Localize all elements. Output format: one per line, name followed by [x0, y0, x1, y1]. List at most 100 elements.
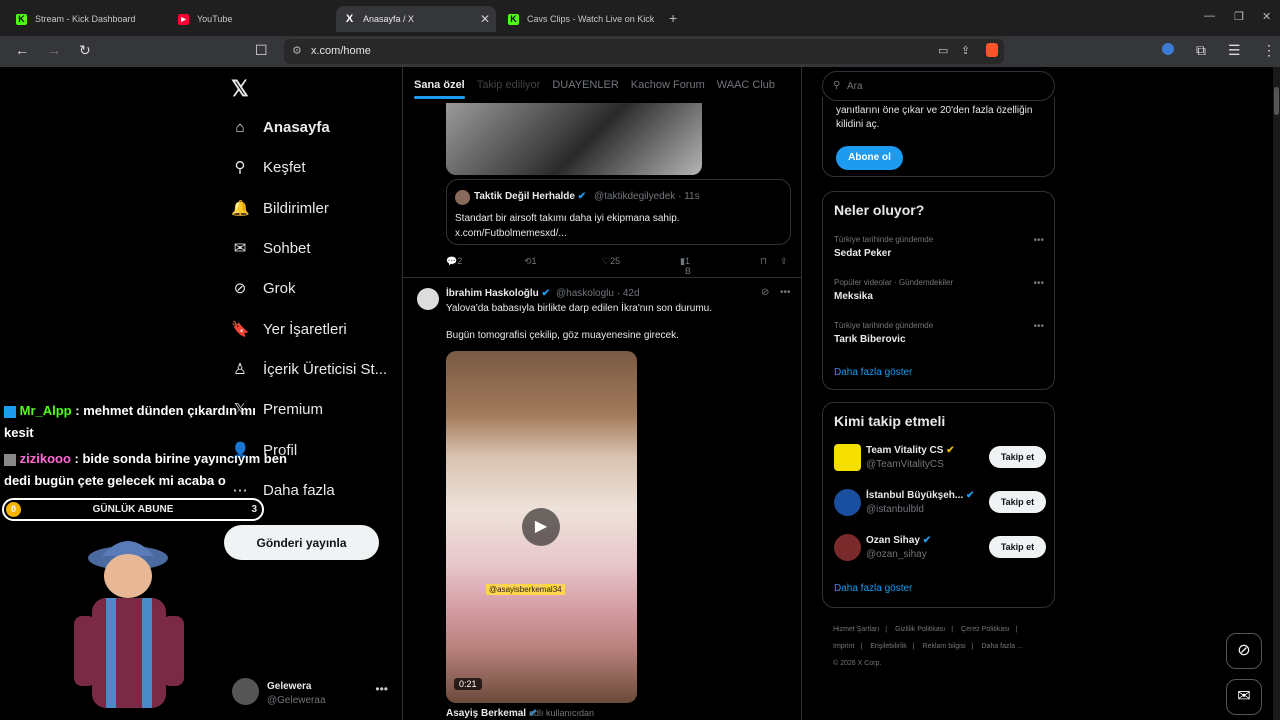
address-bar[interactable]: ⚙ x.com/home ▭ ⇪: [284, 39, 1004, 64]
new-tab-icon[interactable]: +: [669, 10, 677, 26]
forward-icon[interactable]: →: [47, 42, 61, 58]
back-icon[interactable]: ←: [15, 42, 29, 58]
tweet-author[interactable]: İbrahim Haskoloğlu ✔: [446, 288, 550, 299]
share-icon[interactable]: ⇪: [780, 256, 788, 267]
brave-shield-icon[interactable]: [986, 43, 998, 57]
play-icon[interactable]: ▶: [522, 508, 560, 546]
footer-link[interactable]: Imprint: [833, 643, 854, 650]
tab-cavs-clips[interactable]: K Cavs Clips - Watch Live on Kick: [500, 6, 665, 32]
close-tab-icon[interactable]: ✕: [480, 12, 490, 26]
more-icon[interactable]: •••: [1033, 321, 1044, 332]
messages-fab-icon[interactable]: ✉: [1226, 679, 1262, 715]
tweet-video[interactable]: ▶ @asayisberkemal34 0:21: [446, 351, 637, 703]
tab-following[interactable]: Takip ediliyor: [471, 67, 547, 103]
footer-link[interactable]: Gizlilik Politikası: [895, 626, 945, 633]
account-switcher[interactable]: Gelewera @Geleweraa •••: [232, 678, 392, 708]
premium-text: yanıtlarını öne çıkar ve 20'den fazla öz…: [836, 105, 1033, 130]
bookmark-page-icon[interactable]: ☐: [255, 42, 268, 59]
follow-suggestion[interactable]: Ozan Sihay ✔ @ozan_sihay Takip et: [834, 534, 1046, 564]
footer-link[interactable]: Hizmet Şartları: [833, 626, 879, 633]
grok-icon[interactable]: ⊘: [761, 287, 769, 298]
extension-icon[interactable]: [1162, 43, 1174, 55]
sidebar-item-6[interactable]: ♙ İçerik Üreticisi St...: [231, 355, 387, 383]
footer-link[interactable]: Çerez Politikası: [961, 626, 1010, 633]
sub-goal-bar: 0 GÜNLÜK ABUNE 3: [2, 498, 264, 521]
tab-for-you[interactable]: Sana özel: [408, 67, 471, 103]
footer-link[interactable]: Reklam bilgisi: [923, 643, 966, 650]
trend-item[interactable]: Türkiye tarihinde gündemde Sedat Peker •…: [834, 235, 1044, 259]
x-page: 𝕏 ⌂ Anasayfa ⚲ Keşfet 🔔 Bildirimler ✉ Sohbet ⊘ Gr…: [0, 67, 1280, 720]
tab-duayenler[interactable]: DUAYENLER: [546, 67, 624, 103]
kick-icon: K: [16, 13, 27, 25]
tab-x-home[interactable]: X Anasayfa / X ✕: [336, 6, 496, 32]
site-info-icon[interactable]: ⚙: [292, 44, 302, 57]
chat-user: zizikooo: [19, 451, 71, 466]
subscribe-button[interactable]: Abone ol: [836, 146, 903, 170]
follow-suggestion[interactable]: Team Vitality CS ✔ @TeamVitalityCS Takip…: [834, 444, 1046, 474]
avatar[interactable]: [417, 288, 439, 310]
follow-button[interactable]: Takip et: [989, 491, 1046, 513]
video-credit-sub: adlı kullanıcıdan: [529, 708, 595, 718]
tab-youtube[interactable]: ▶ YouTube: [170, 6, 335, 32]
sidebar-item-3[interactable]: ✉ Sohbet: [231, 234, 311, 262]
timeline-tabs: Sana özel Takip ediliyor DUAYENLER Kacho…: [403, 67, 801, 103]
repost-button[interactable]: ⟲ 1: [524, 256, 537, 267]
sidebar-item-5[interactable]: 🔖 Yer İşaretleri: [231, 315, 347, 343]
quoted-tweet[interactable]: Taktik Değil Herhalde ✔ @taktikdegilyede…: [446, 179, 791, 245]
reload-icon[interactable]: ↻: [79, 42, 91, 59]
show-more-trends-link[interactable]: Daha fazla göster: [834, 367, 912, 378]
window-close-icon[interactable]: ✕: [1262, 10, 1271, 23]
avatar: [834, 444, 861, 471]
video-credit-name[interactable]: Asayiş Berkemal ✔: [446, 708, 537, 719]
share-icon[interactable]: ⇪: [961, 44, 970, 57]
trend-item[interactable]: Popüler videolar · Gündemdekiler Meksika…: [834, 278, 1044, 302]
verified-icon: ✔: [922, 535, 932, 546]
playlist-icon[interactable]: ☰: [1228, 42, 1241, 59]
tweet-text: Bugün tomografisi çekilip, göz muayenesi…: [446, 330, 679, 341]
minimize-icon[interactable]: —: [1204, 10, 1215, 22]
search-input[interactable]: [847, 74, 1047, 98]
more-icon[interactable]: •••: [375, 682, 388, 696]
show-more-follow-link[interactable]: Daha fazla göster: [834, 583, 912, 594]
reply-button[interactable]: 💬 2: [446, 256, 462, 267]
tweet-handle[interactable]: @haskologlu · 42d: [556, 288, 640, 299]
extensions-puzzle-icon[interactable]: ⧉: [1196, 42, 1206, 59]
maximize-icon[interactable]: ❐: [1234, 10, 1244, 23]
sidebar-item-4[interactable]: ⊘ Grok: [231, 274, 296, 302]
bookmark-icon[interactable]: ⊓: [760, 256, 767, 267]
grok-fab-icon[interactable]: ⊘: [1226, 633, 1262, 669]
more-icon[interactable]: •••: [780, 287, 791, 298]
sidebar-item-0[interactable]: ⌂ Anasayfa: [231, 113, 329, 141]
sidebar-item-2[interactable]: 🔔 Bildirimler: [231, 194, 329, 222]
like-button[interactable]: ♡ 25: [602, 256, 620, 267]
footer-link[interactable]: Erişilebilirlik: [870, 643, 907, 650]
views-button[interactable]: ▮ 1 B: [680, 256, 691, 276]
x-logo-icon[interactable]: 𝕏: [231, 76, 249, 102]
follow-button[interactable]: Takip et: [989, 446, 1046, 468]
follow-button[interactable]: Takip et: [989, 536, 1046, 558]
scrollbar[interactable]: [1273, 67, 1280, 720]
more-icon[interactable]: •••: [1033, 235, 1044, 246]
trend-item[interactable]: Türkiye tarihinde gündemde Tarık Biberov…: [834, 321, 1044, 345]
avatar: [455, 190, 470, 205]
post-button[interactable]: Gönderi yayınla: [224, 525, 379, 560]
scrollbar-thumb[interactable]: [1274, 87, 1279, 115]
sidebar-item-1[interactable]: ⚲ Keşfet: [231, 153, 306, 181]
follow-suggestion[interactable]: İstanbul Büyükşeh... ✔ @istanbulbld Taki…: [834, 489, 1046, 519]
more-icon[interactable]: •••: [1033, 278, 1044, 289]
menu-icon[interactable]: ⋮: [1262, 42, 1276, 59]
account-handle: @Geleweraa: [267, 695, 326, 706]
tweet-image[interactable]: [446, 103, 702, 175]
tab-kick-dashboard[interactable]: K Stream - Kick Dashboard: [8, 6, 168, 32]
footer-links: Hizmet Şartları | Gizlilik Politikası | Çe…: [833, 626, 1023, 667]
footer-link[interactable]: Daha fazla ...: [982, 643, 1023, 650]
browser-toolbar: ← → ↻ ☐ ⚙ x.com/home ▭ ⇪ ⧉ ☰ ⋮: [0, 36, 1280, 67]
sub-goal-target: 3: [251, 504, 257, 515]
search-icon: ⚲: [833, 80, 841, 91]
premium-card: yanıtlarını öne çıkar ve 20'den fazla öz…: [822, 97, 1055, 177]
account-name: Gelewera: [267, 681, 312, 692]
bell-icon: 🔔: [231, 200, 250, 217]
cast-icon[interactable]: ▭: [938, 44, 948, 57]
tab-waac-club[interactable]: WAAC Club: [711, 67, 781, 103]
tab-kachow-forum[interactable]: Kachow Forum: [625, 67, 711, 103]
